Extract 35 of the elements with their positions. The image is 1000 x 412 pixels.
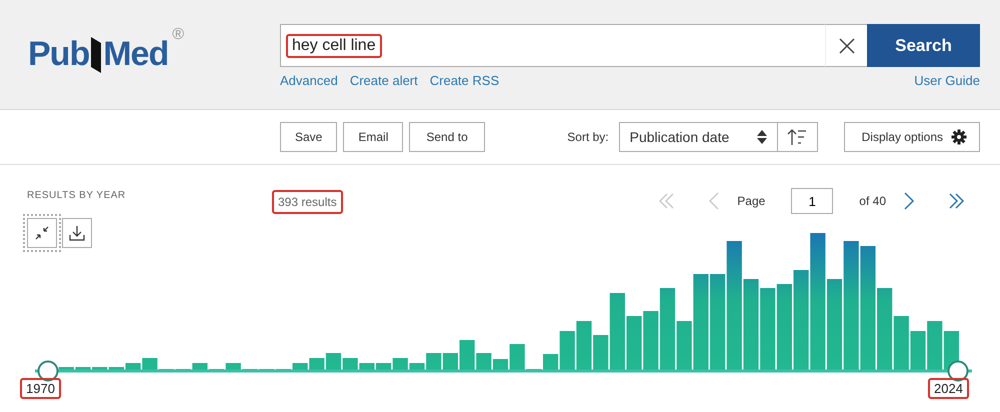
sort-label: Sort by:	[567, 130, 609, 144]
action-button[interactable]: Save	[280, 122, 338, 152]
histogram-bar	[927, 321, 942, 370]
action-button[interactable]: Send to	[409, 122, 485, 152]
histogram-bar	[626, 316, 642, 370]
display-options-button[interactable]: Display options	[844, 122, 980, 152]
end-year: 2024	[928, 378, 969, 399]
search-button[interactable]: Search	[867, 24, 980, 67]
search-field[interactable]: hey cell line	[280, 24, 825, 67]
action-button[interactable]: Email	[343, 122, 404, 152]
histogram-bar	[643, 311, 658, 370]
logo-text: Med	[103, 35, 168, 74]
registered-mark: ®	[172, 26, 184, 44]
histogram-bar	[442, 353, 458, 370]
section-title: RESULTS BY YEAR	[27, 190, 127, 201]
clear-button[interactable]	[825, 24, 867, 67]
search-link[interactable]: Create alert	[350, 73, 418, 88]
logo-text: Pub	[28, 35, 90, 74]
search-link[interactable]: Create RSS	[430, 73, 500, 88]
start-year: 1970	[20, 378, 61, 399]
collapse-icon	[35, 226, 49, 240]
page-field[interactable]: 1	[791, 188, 834, 214]
page-total: of 40	[859, 194, 886, 208]
histogram-bar	[326, 353, 342, 370]
download-icon	[69, 225, 85, 241]
page-label: Page	[737, 194, 766, 208]
histogram-bar	[910, 331, 926, 370]
histogram-bar	[576, 321, 592, 370]
download-button[interactable]	[62, 218, 92, 248]
book-icon	[89, 34, 104, 74]
user-guide-link[interactable]: User Guide	[914, 73, 980, 88]
close-icon	[838, 36, 856, 54]
settings-icon	[951, 129, 967, 145]
search-link[interactable]: Advanced	[280, 73, 338, 88]
results-count: 393 results	[278, 195, 337, 209]
